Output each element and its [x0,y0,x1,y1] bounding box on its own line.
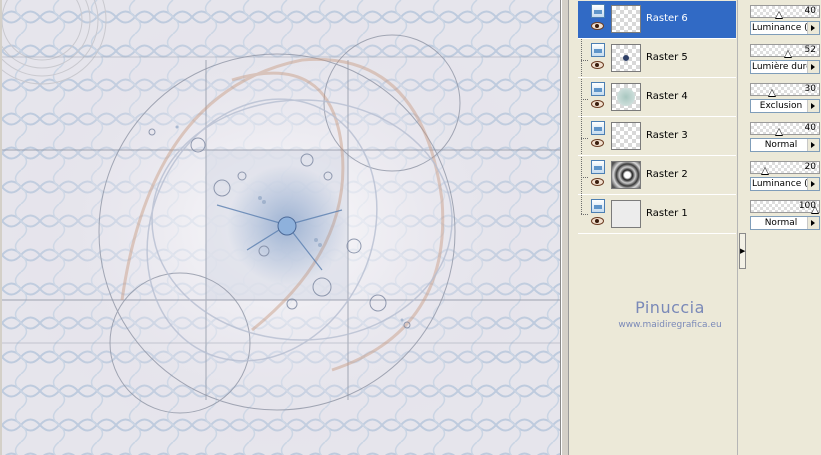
raster-layer-icon [591,43,605,57]
blend-mode-dropdown[interactable]: Normal [750,216,820,230]
blend-mode-value: Luminance (H) [752,23,810,33]
slider-knob-icon[interactable] [784,50,792,58]
chevron-right-icon[interactable]: ▶ [739,233,746,269]
raster-layer-icon [591,4,605,18]
eye-icon[interactable] [591,217,604,225]
opacity-slider[interactable]: 20 [750,161,820,175]
opacity-value: 20 [804,162,816,172]
blend-mode-value: Normal [764,218,798,228]
blend-mode-value: Exclusion [759,101,803,111]
layer-row-raster-2[interactable]: Raster 2 [578,157,736,195]
layer-row-raster-3[interactable]: Raster 3 [578,118,736,156]
blend-mode-dropdown[interactable]: Exclusion [750,99,820,113]
eye-icon[interactable] [591,100,604,108]
layer-thumbnail [611,5,641,33]
layer-name: Raster 6 [646,13,688,24]
blend-mode-value: Normal [764,140,798,150]
layer-properties-raster-6: 40 Luminance (H) [750,4,821,42]
raster-layer-icon [591,82,605,96]
blend-mode-dropdown[interactable]: Luminance (H) [750,177,820,191]
blend-mode-value: Luminance (H) [752,179,810,189]
layer-name: Raster 5 [646,52,688,63]
dropdown-arrow-icon[interactable] [807,100,819,112]
layer-thumbnail [611,200,641,228]
layer-name: Raster 2 [646,169,688,180]
opacity-slider[interactable]: 40 [750,122,820,136]
layer-name: Raster 3 [646,130,688,141]
slider-knob-icon[interactable] [775,128,783,136]
watermark-url: www.maidiregrafica.eu [618,320,722,330]
canvas-area[interactable] [0,0,569,455]
opacity-value: 40 [804,123,816,133]
layer-properties-raster-3: 40 Normal [750,121,821,159]
raster-layer-icon [591,199,605,213]
layer-name: Raster 1 [646,208,688,219]
layer-thumbnail [611,122,641,150]
dropdown-arrow-icon[interactable] [807,61,819,73]
opacity-slider[interactable]: 52 [750,44,820,58]
layer-properties-column: 40 Luminance (H) 52 Lumière dure 30 Excl… [748,0,821,455]
layers-palette: Raster 6 Raster 5 Raster 4 Raster 3 Rast… [575,0,737,455]
dropdown-arrow-icon[interactable] [807,139,819,151]
layer-thumbnail [611,44,641,72]
blend-mode-dropdown[interactable]: Luminance (H) [750,21,820,35]
image-canvas[interactable] [2,0,561,455]
opacity-slider[interactable]: 40 [750,5,820,19]
opacity-value: 100 [798,201,816,211]
layer-row-raster-5[interactable]: Raster 5 [578,40,736,78]
watermark-name: Pinuccia [635,298,705,317]
layer-properties-raster-1: 100 Normal [750,199,821,237]
eye-icon[interactable] [591,139,604,147]
raster-layer-icon [591,160,605,174]
opacity-slider[interactable]: 100 [750,200,820,214]
opacity-value: 52 [804,45,816,55]
opacity-value: 30 [804,84,816,94]
layers-splitter: ▶ [737,0,748,455]
eye-icon[interactable] [591,61,604,69]
opacity-slider[interactable]: 30 [750,83,820,97]
dropdown-arrow-icon[interactable] [807,178,819,190]
layer-thumbnail [611,161,641,189]
eye-icon[interactable] [591,178,604,186]
layer-row-raster-6[interactable]: Raster 6 [578,1,736,39]
slider-knob-icon[interactable] [775,11,783,19]
dropdown-arrow-icon[interactable] [807,217,819,229]
blend-mode-value: Lumière dure [752,62,810,72]
layer-properties-raster-5: 52 Lumière dure [750,43,821,81]
layer-row-raster-4[interactable]: Raster 4 [578,79,736,117]
slider-knob-icon[interactable] [761,167,769,175]
slider-knob-icon[interactable] [768,89,776,97]
layer-name: Raster 4 [646,91,688,102]
opacity-value: 40 [804,6,816,16]
raster-layer-icon [591,121,605,135]
canvas-artwork [2,0,560,455]
layer-row-raster-1[interactable]: Raster 1 [578,196,736,234]
blend-mode-dropdown[interactable]: Lumière dure [750,60,820,74]
watermark: Pinuccia www.maidiregrafica.eu [595,298,745,330]
eye-icon[interactable] [591,22,604,30]
blend-mode-dropdown[interactable]: Normal [750,138,820,152]
layer-thumbnail [611,83,641,111]
layer-properties-raster-4: 30 Exclusion [750,82,821,120]
layer-properties-raster-2: 20 Luminance (H) [750,160,821,198]
dropdown-arrow-icon[interactable] [807,22,819,34]
